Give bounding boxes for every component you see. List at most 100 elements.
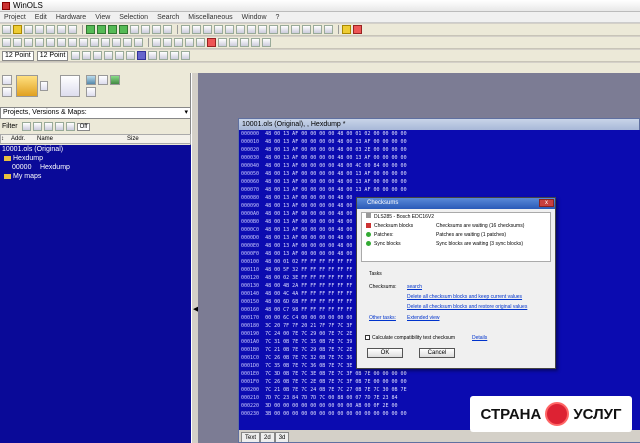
calc-checkbox[interactable] bbox=[365, 335, 370, 341]
16bit-icon[interactable] bbox=[115, 51, 125, 60]
value-icon[interactable] bbox=[207, 38, 216, 47]
hex-row[interactable]: 000070 48 00 13 AF 00 00 00 00 48 00 13 … bbox=[239, 186, 640, 194]
subtract-icon[interactable] bbox=[185, 38, 194, 47]
view-icon[interactable] bbox=[280, 25, 289, 34]
open-dropdown-icon[interactable] bbox=[40, 81, 48, 91]
save-icon[interactable] bbox=[24, 25, 33, 34]
find-next-icon[interactable] bbox=[163, 25, 172, 34]
tree-item-hexdump[interactable]: 00000 Hexdump bbox=[0, 163, 191, 172]
tree-item-hexdump-folder[interactable]: Hexdump bbox=[0, 154, 191, 163]
copy-icon[interactable] bbox=[46, 25, 55, 34]
tab-3d[interactable]: 3d bbox=[274, 432, 290, 442]
color-icon[interactable] bbox=[137, 51, 147, 60]
new-icon[interactable] bbox=[2, 25, 11, 34]
dec-mode-icon[interactable] bbox=[82, 51, 92, 60]
lo-hi-icon[interactable] bbox=[170, 51, 180, 60]
32bit-icon[interactable] bbox=[126, 51, 136, 60]
hex-row[interactable]: 0001F0 7C 26 0B 7E 7C 2E 0B 7E 7C 3F 0B … bbox=[239, 378, 640, 386]
copy-block-icon[interactable] bbox=[101, 38, 110, 47]
open-icon[interactable] bbox=[13, 25, 22, 34]
versions-icon[interactable] bbox=[86, 75, 96, 85]
bookmark-icon[interactable] bbox=[57, 38, 66, 47]
compare-icon[interactable] bbox=[181, 25, 190, 34]
import-icon[interactable] bbox=[60, 75, 80, 97]
hex-row[interactable]: 000010 48 00 13 AF 00 00 00 00 48 00 13 … bbox=[239, 138, 640, 146]
cancel-button[interactable]: Cancel bbox=[419, 348, 455, 358]
zoom-icon[interactable] bbox=[141, 25, 150, 34]
tab-2d[interactable]: 2d bbox=[260, 432, 275, 442]
projects-header[interactable]: Projects, Versions & Maps: ▾ bbox=[0, 107, 191, 119]
select-icon[interactable] bbox=[79, 38, 88, 47]
reset-icon[interactable] bbox=[218, 38, 227, 47]
paste-icon[interactable] bbox=[57, 25, 66, 34]
hex-row[interactable]: 000060 48 00 13 AF 00 00 00 00 48 00 13 … bbox=[239, 178, 640, 186]
new-project-icon[interactable] bbox=[2, 75, 12, 85]
ramp-icon[interactable] bbox=[251, 38, 260, 47]
other-tasks-link[interactable]: Other tasks: bbox=[369, 315, 396, 321]
text-icon[interactable] bbox=[225, 25, 234, 34]
divide-icon[interactable] bbox=[163, 38, 172, 47]
ok-button[interactable]: OK bbox=[367, 348, 403, 358]
arrow-next-icon[interactable] bbox=[108, 25, 117, 34]
open-project-icon[interactable] bbox=[16, 75, 38, 97]
link-icon[interactable] bbox=[2, 38, 11, 47]
menu-edit[interactable]: Edit bbox=[35, 14, 47, 21]
filter-off-button[interactable]: Off bbox=[76, 122, 91, 131]
search-project-icon[interactable] bbox=[86, 87, 96, 97]
filter-type-icon[interactable] bbox=[65, 122, 75, 131]
menu-help[interactable]: ? bbox=[276, 14, 280, 21]
marker-icon[interactable] bbox=[24, 38, 33, 47]
paste-block-icon[interactable] bbox=[112, 38, 121, 47]
hex-row[interactable]: 000200 7C 21 0B 7E 7C 24 0B 7E 7C 27 0B … bbox=[239, 386, 640, 394]
menu-window[interactable]: Window bbox=[242, 14, 267, 21]
delete-restore-link[interactable]: Delete all checksum blocks and restore o… bbox=[407, 304, 527, 310]
hi-lo-icon[interactable] bbox=[181, 51, 191, 60]
grid-icon[interactable] bbox=[130, 25, 139, 34]
pane-splitter[interactable]: ◀ bbox=[191, 73, 198, 443]
tab-text[interactable]: Text bbox=[241, 432, 261, 442]
cut-icon[interactable] bbox=[35, 25, 44, 34]
list-icon[interactable] bbox=[269, 25, 278, 34]
col-addr[interactable]: Addr. bbox=[11, 136, 37, 142]
arrow-prev-icon[interactable] bbox=[97, 25, 106, 34]
hex-icon[interactable] bbox=[214, 25, 223, 34]
exit-icon[interactable] bbox=[353, 25, 362, 34]
font-size-select-1[interactable]: 12 Point bbox=[2, 50, 34, 61]
menu-view[interactable]: View bbox=[95, 14, 110, 21]
map-icon[interactable] bbox=[203, 25, 212, 34]
hex-row[interactable]: 000040 48 00 13 AF 00 00 00 00 48 00 4C … bbox=[239, 162, 640, 170]
arrow-first-icon[interactable] bbox=[86, 25, 95, 34]
delete-keep-link[interactable]: Delete all checksum blocks and keep curr… bbox=[407, 294, 522, 300]
arrow-last-icon[interactable] bbox=[119, 25, 128, 34]
swap-icon[interactable] bbox=[134, 38, 143, 47]
hex-mode-icon[interactable] bbox=[71, 51, 81, 60]
options-icon[interactable] bbox=[313, 25, 322, 34]
tree-item-project[interactable]: 10001.ols (Original) bbox=[0, 145, 191, 154]
plus-one-icon[interactable] bbox=[240, 38, 249, 47]
8bit-icon[interactable] bbox=[104, 51, 114, 60]
select-all-icon[interactable] bbox=[90, 38, 99, 47]
hex-row[interactable]: 000020 48 00 13 AF 00 00 00 00 48 00 03 … bbox=[239, 146, 640, 154]
calc-checkbox-row[interactable]: Calculate compatibility test checksum bbox=[365, 335, 455, 341]
tree-item-my-maps[interactable]: My maps bbox=[0, 172, 191, 181]
percent-icon[interactable] bbox=[196, 38, 205, 47]
tools-icon[interactable] bbox=[302, 25, 311, 34]
unsigned-icon[interactable] bbox=[159, 51, 169, 60]
window-icon[interactable] bbox=[291, 25, 300, 34]
graph-icon[interactable] bbox=[236, 25, 245, 34]
bin-mode-icon[interactable] bbox=[93, 51, 103, 60]
extended-view-link[interactable]: Extended view bbox=[407, 315, 440, 321]
edit-icon[interactable] bbox=[98, 75, 108, 85]
undo-icon[interactable] bbox=[68, 25, 77, 34]
menu-search[interactable]: Search bbox=[157, 14, 179, 21]
menu-miscellaneous[interactable]: Miscellaneous bbox=[188, 14, 232, 21]
filter-text-icon[interactable] bbox=[21, 122, 31, 131]
filter-value-icon[interactable] bbox=[32, 122, 42, 131]
info-icon[interactable] bbox=[324, 25, 333, 34]
col-size[interactable]: Size bbox=[127, 136, 167, 142]
menu-selection[interactable]: Selection bbox=[119, 14, 148, 21]
diff-icon[interactable] bbox=[192, 25, 201, 34]
marker-next-icon[interactable] bbox=[35, 38, 44, 47]
find-icon[interactable] bbox=[152, 25, 161, 34]
hex-row[interactable]: 000000 48 00 13 AF 00 00 00 00 48 00 01 … bbox=[239, 130, 640, 138]
